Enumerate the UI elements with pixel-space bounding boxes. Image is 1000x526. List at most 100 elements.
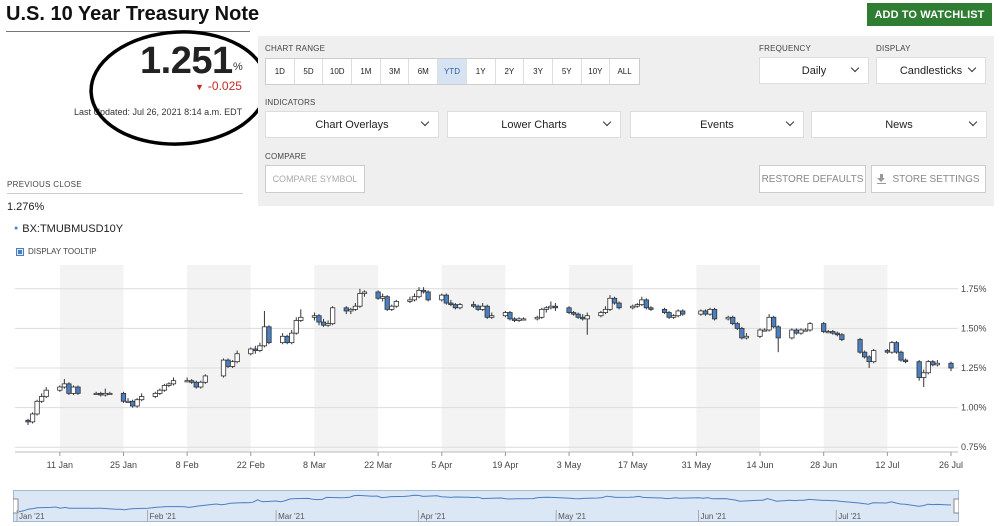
candle-body bbox=[311, 315, 318, 318]
candle-body bbox=[420, 289, 427, 293]
chart-overlays-dropdown[interactable]: Chart Overlays bbox=[265, 111, 439, 138]
x-tick-label: 12 Jul bbox=[875, 460, 899, 470]
candle bbox=[125, 398, 131, 403]
candle-body bbox=[257, 345, 263, 351]
display-dropdown[interactable]: Candlesticks bbox=[876, 57, 986, 84]
candle bbox=[948, 361, 954, 372]
restore-defaults-button[interactable]: RESTORE DEFAULTS bbox=[759, 165, 866, 193]
candle-body bbox=[698, 310, 704, 315]
candle-body bbox=[711, 308, 718, 320]
candle bbox=[916, 360, 922, 381]
candle bbox=[902, 358, 909, 364]
range-button-1d[interactable]: 1D bbox=[266, 59, 295, 84]
candle bbox=[552, 303, 559, 311]
candle-body bbox=[61, 383, 67, 388]
candle bbox=[757, 328, 763, 338]
candle bbox=[248, 347, 254, 356]
candle bbox=[516, 317, 522, 323]
candle-body bbox=[607, 297, 613, 310]
news-dropdown[interactable]: News bbox=[811, 111, 987, 138]
page-title: U.S. 10 Year Treasury Note bbox=[6, 3, 260, 25]
candle-body bbox=[170, 380, 177, 385]
candle-body bbox=[543, 307, 549, 310]
add-to-watchlist-button[interactable]: ADD TO WATCHLIST bbox=[867, 3, 992, 26]
events-dropdown[interactable]: Events bbox=[630, 111, 804, 138]
candle bbox=[807, 322, 813, 332]
candle-body bbox=[352, 305, 358, 310]
candle-body bbox=[452, 304, 458, 309]
range-button-ytd[interactable]: YTD bbox=[438, 59, 467, 84]
range-button-3y[interactable]: 3Y bbox=[524, 59, 553, 84]
candle bbox=[648, 306, 654, 311]
candle bbox=[930, 360, 936, 367]
candle bbox=[25, 418, 31, 426]
lower-charts-dropdown[interactable]: Lower Charts bbox=[447, 111, 621, 138]
candle-body bbox=[343, 307, 349, 312]
navigator-label: Feb '21 bbox=[150, 512, 177, 521]
candle-body bbox=[857, 339, 863, 353]
chevron-down-icon bbox=[602, 117, 612, 127]
navigator-right-handle[interactable] bbox=[953, 498, 959, 514]
candle-body bbox=[125, 400, 131, 403]
candle bbox=[889, 341, 895, 354]
candle-body bbox=[707, 308, 713, 315]
candle-body bbox=[161, 385, 168, 391]
candle-body bbox=[584, 315, 590, 320]
candle bbox=[170, 377, 177, 386]
range-button-all[interactable]: ALL bbox=[610, 59, 639, 84]
candle bbox=[871, 348, 877, 364]
store-settings-button[interactable]: STORE SETTINGS bbox=[871, 165, 986, 193]
candle-body bbox=[102, 392, 108, 396]
x-tick-label: 11 Jan bbox=[47, 460, 73, 470]
chevron-down-icon bbox=[420, 117, 430, 127]
candle bbox=[793, 328, 800, 335]
candle-body bbox=[834, 332, 840, 336]
candle bbox=[139, 393, 145, 402]
range-button-5y[interactable]: 5Y bbox=[553, 59, 582, 84]
candle-body bbox=[725, 316, 731, 320]
download-icon bbox=[877, 174, 887, 184]
candle bbox=[639, 296, 645, 307]
candle-body bbox=[416, 289, 422, 298]
range-button-1y[interactable]: 1Y bbox=[467, 59, 496, 84]
range-button-5d[interactable]: 5D bbox=[295, 59, 324, 84]
candle-body bbox=[25, 419, 31, 423]
chart-navigator[interactable]: Jan '21 Feb '21 Mar '21 Apr '21 May '21 Jun '… bbox=[13, 490, 959, 522]
candle bbox=[220, 358, 227, 378]
events-label: Events bbox=[700, 118, 734, 131]
display-value: Candlesticks bbox=[899, 64, 963, 77]
display-label: DISPLAY bbox=[876, 44, 911, 53]
candle-body bbox=[252, 348, 258, 351]
range-button-2y[interactable]: 2Y bbox=[496, 59, 525, 84]
x-tick-label: 17 May bbox=[618, 460, 648, 470]
candle-body bbox=[43, 389, 49, 397]
candle-body bbox=[75, 386, 81, 394]
candle-body bbox=[580, 316, 586, 320]
candle-body bbox=[934, 362, 940, 366]
candle bbox=[330, 306, 336, 326]
candlestick-chart[interactable]: 1.75% 1.50% 1.25% 1.00% 0.75% 11 Jan 25 Jan 8 F… bbox=[0, 255, 1000, 475]
candle-body bbox=[825, 331, 831, 334]
candle-body bbox=[361, 291, 368, 294]
candle-body bbox=[702, 310, 709, 315]
range-button-10y[interactable]: 10Y bbox=[582, 59, 611, 84]
range-button-6m[interactable]: 6M bbox=[409, 59, 439, 84]
candle bbox=[734, 322, 740, 330]
candle bbox=[666, 310, 672, 319]
chart-range-buttons: 1D 5D 10D 1M 3M 6M YTD 1Y 2Y 3Y 5Y 10Y ALL bbox=[265, 58, 640, 85]
range-button-1m[interactable]: 1M bbox=[352, 59, 381, 84]
compare-symbol-input[interactable]: COMPARE SYMBOL bbox=[265, 165, 365, 193]
candle bbox=[661, 307, 668, 315]
candle-body bbox=[634, 304, 640, 307]
range-button-10d[interactable]: 10D bbox=[323, 59, 353, 84]
chart-range-label: CHART RANGE bbox=[265, 44, 326, 53]
x-tick-label: 8 Mar bbox=[303, 460, 326, 470]
candle bbox=[439, 293, 445, 302]
candle-body bbox=[734, 323, 740, 329]
candle-body bbox=[766, 316, 772, 331]
candle bbox=[898, 350, 904, 362]
frequency-dropdown[interactable]: Daily bbox=[759, 57, 869, 84]
range-button-3m[interactable]: 3M bbox=[381, 59, 410, 84]
candle-body bbox=[298, 316, 304, 321]
x-tick-label: 5 Apr bbox=[431, 460, 452, 470]
